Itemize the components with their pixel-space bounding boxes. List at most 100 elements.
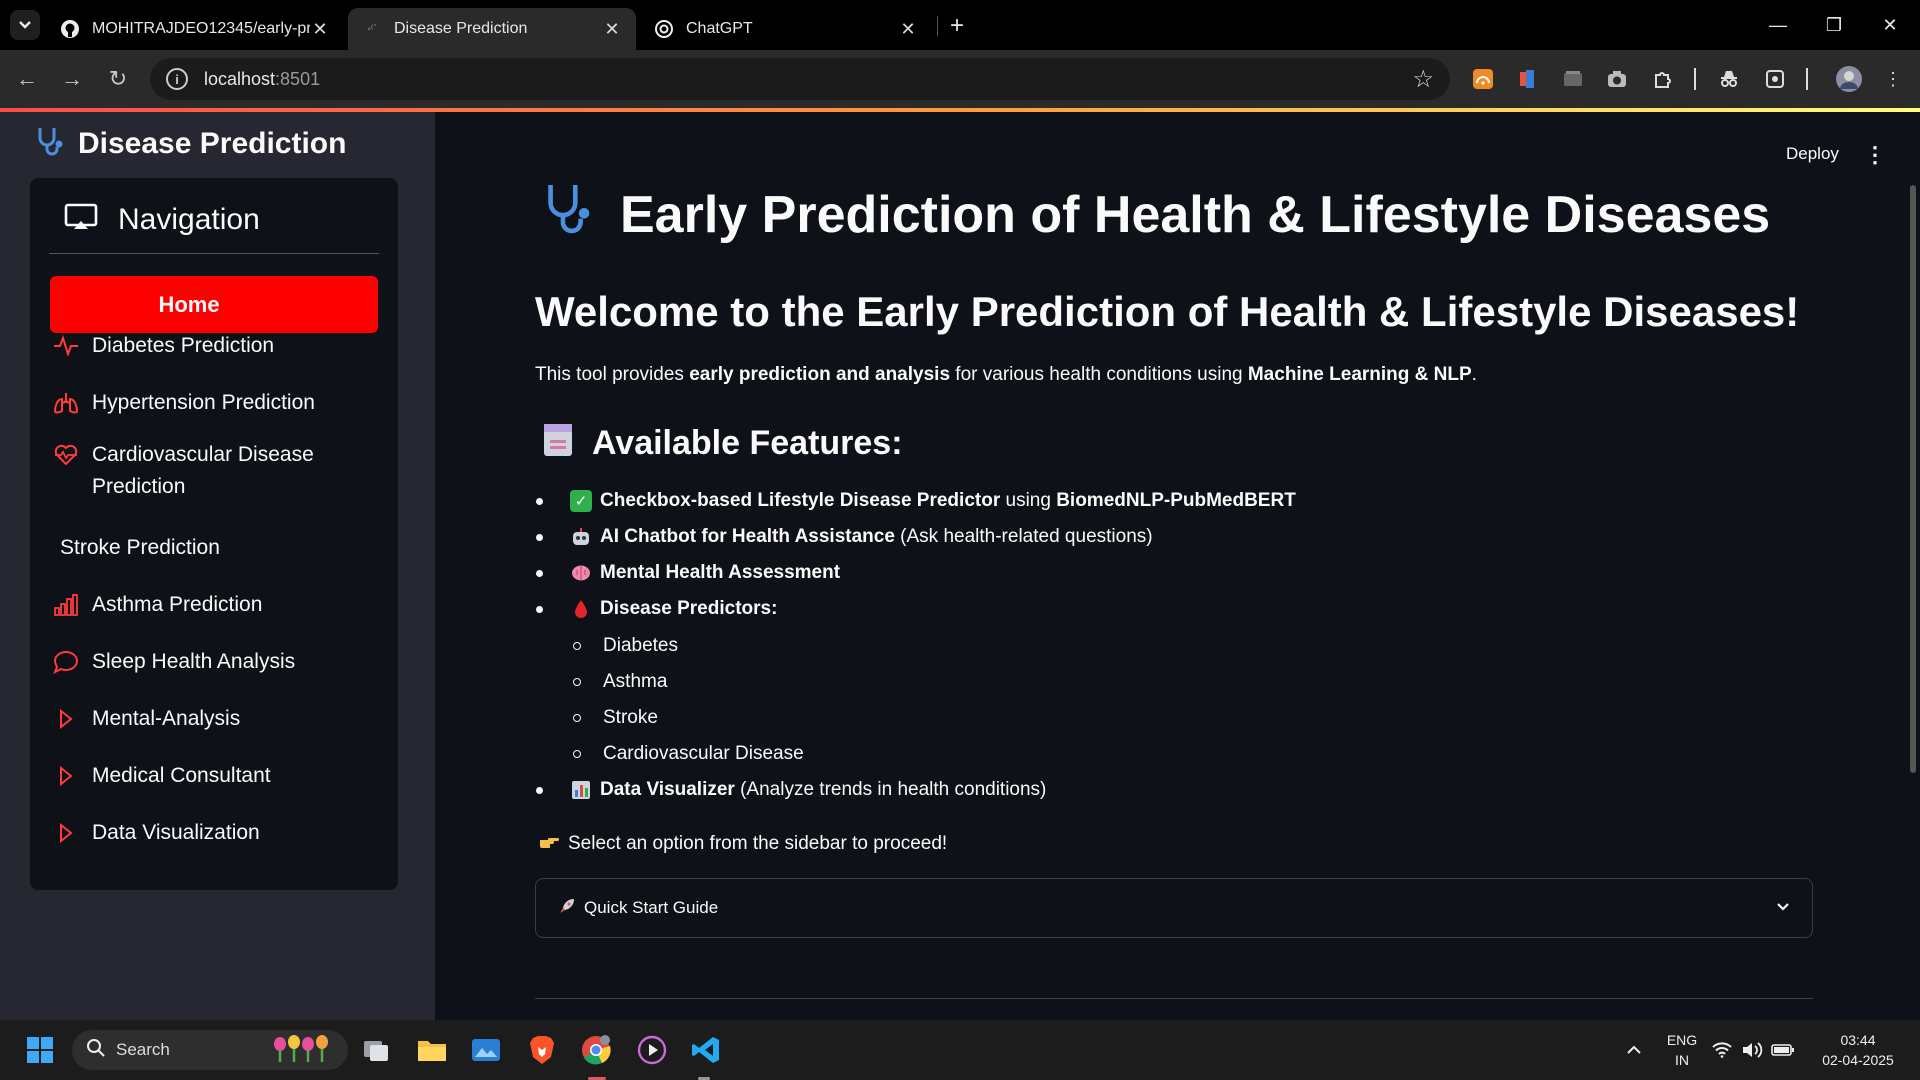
predictor-label: Stroke xyxy=(603,707,658,728)
tab-separator xyxy=(937,16,938,36)
battery-icon[interactable] xyxy=(1770,1032,1796,1068)
incognito-icon[interactable] xyxy=(1716,66,1742,92)
main-menu-icon[interactable]: ⋮ xyxy=(1864,144,1886,166)
minimize-icon[interactable]: — xyxy=(1750,0,1806,50)
close-icon[interactable]: ✕ xyxy=(310,19,330,40)
extension-icon[interactable] xyxy=(1514,66,1540,92)
windows-taskbar: Search ENG IN 03:44 02-04-2025 xyxy=(0,1020,1920,1080)
feature-title: BiomedNLP-PubMedBERT xyxy=(1056,490,1296,511)
nav-item-sleep-health-analysis[interactable]: Sleep Health Analysis xyxy=(50,640,378,684)
scrollbar[interactable] xyxy=(1910,185,1916,773)
url-text: localhost:8501 xyxy=(204,69,320,90)
predictor-label: Diabetes xyxy=(603,635,678,656)
clock-time: 03:44 xyxy=(1840,1032,1876,1048)
file-explorer-icon[interactable] xyxy=(414,1032,450,1068)
feature-text: (Ask health-related questions) xyxy=(894,526,1153,547)
window-close-icon[interactable]: ✕ xyxy=(1862,0,1918,50)
bookmark-star-icon[interactable]: ☆ xyxy=(1412,65,1434,94)
tab-github[interactable]: MOHITRAJDEO12345/early-pre ✕ xyxy=(46,8,344,50)
toolbar-separator xyxy=(1806,68,1808,90)
toolbar-separator xyxy=(1694,68,1696,90)
forward-icon[interactable]: → xyxy=(57,64,87,94)
nav-item-mental-analysis[interactable]: Mental-Analysis xyxy=(50,697,378,741)
wifi-icon[interactable] xyxy=(1710,1032,1734,1068)
bullet-ring xyxy=(573,750,581,758)
expander-label: Quick Start Guide xyxy=(584,898,719,917)
address-bar[interactable]: i localhost:8501 ☆ xyxy=(150,58,1450,100)
search-placeholder: Search xyxy=(116,1040,170,1059)
back-icon[interactable]: ← xyxy=(12,64,42,94)
intro-bold: Machine Learning & NLP xyxy=(1247,364,1472,385)
vscode-icon[interactable] xyxy=(688,1032,724,1068)
display-icon xyxy=(64,202,98,237)
windows-start-icon[interactable] xyxy=(22,1032,58,1068)
predictor-label: Cardiovascular Disease xyxy=(603,743,804,764)
tab-search-dropdown[interactable] xyxy=(10,10,40,40)
intro-text: . xyxy=(1471,364,1477,385)
play-icon xyxy=(50,703,82,735)
volume-icon[interactable] xyxy=(1740,1032,1764,1068)
browser-menu-icon[interactable]: ⋮ xyxy=(1880,66,1906,92)
rss-extension-icon[interactable] xyxy=(1470,66,1496,92)
nav-item-cardiovascular-disease-prediction[interactable]: Cardiovascular Disease Prediction xyxy=(50,439,350,503)
restore-icon[interactable]: ❐ xyxy=(1806,0,1862,50)
close-icon[interactable]: ✕ xyxy=(602,19,622,40)
close-icon[interactable]: ✕ xyxy=(898,19,918,40)
window-extension-icon[interactable] xyxy=(1560,66,1586,92)
features-heading: Available Features: xyxy=(540,420,903,467)
quick-start-guide-expander[interactable]: Quick Start Guide xyxy=(535,878,1813,938)
predictor-label: Asthma xyxy=(603,671,668,692)
clipboard-icon xyxy=(540,420,576,467)
chrome-browser-icon[interactable] xyxy=(578,1032,614,1068)
nav-item-hypertension-prediction[interactable]: Hypertension Prediction xyxy=(50,381,378,425)
feature-title: Disease Predictors: xyxy=(600,598,778,619)
clock[interactable]: 03:44 02-04-2025 xyxy=(1810,1030,1906,1070)
chart-icon xyxy=(570,779,592,801)
site-info-icon[interactable]: i xyxy=(166,68,188,90)
url-host: localhost xyxy=(204,68,276,89)
photos-app-icon[interactable] xyxy=(468,1032,504,1068)
tab-title: Disease Prediction xyxy=(394,20,528,37)
puzzle-extensions-icon[interactable] xyxy=(1650,66,1676,92)
browser-tab-strip: MOHITRAJDEO12345/early-pre ✕ ◦⁽ˊ Disease… xyxy=(0,0,1920,50)
new-tab-icon[interactable]: + xyxy=(950,12,964,40)
profile-avatar[interactable] xyxy=(1834,64,1864,94)
input-language[interactable]: ENG IN xyxy=(1664,1030,1700,1070)
tab-disease-prediction[interactable]: ◦⁽ˊ Disease Prediction ✕ xyxy=(348,8,636,50)
feature-item: Disease Predictors: xyxy=(536,598,777,620)
nav-item-label: Stroke Prediction xyxy=(60,536,220,559)
robot-icon xyxy=(570,526,592,548)
nav-item-asthma-prediction[interactable]: Asthma Prediction xyxy=(50,583,378,627)
nav-item-data-visualization[interactable]: Data Visualization xyxy=(50,811,378,855)
feature-text: using xyxy=(1000,490,1057,511)
intro-paragraph: This tool provides early prediction and … xyxy=(535,364,1477,386)
nav-item-label: Diabetes Prediction xyxy=(92,334,275,357)
bullet-ring xyxy=(573,714,581,722)
nav-item-stroke-prediction[interactable]: Stroke Prediction xyxy=(50,526,378,570)
media-player-icon[interactable] xyxy=(634,1032,670,1068)
reload-icon[interactable]: ↻ xyxy=(103,64,133,94)
activity-icon xyxy=(50,330,82,362)
camera-extension-icon[interactable] xyxy=(1604,66,1630,92)
nav-item-label: Sleep Health Analysis xyxy=(92,650,296,673)
page-title-text: Early Prediction of Health & Lifestyle D… xyxy=(620,185,1771,244)
pointing-hand-icon xyxy=(538,832,560,856)
tulips-icon xyxy=(272,1032,334,1069)
navigation-menu: Navigation Home Diabetes Prediction Hype… xyxy=(30,178,398,890)
bullet-dot xyxy=(536,786,543,794)
feature-title: AI Chatbot for Health Assistance xyxy=(600,526,895,547)
brave-browser-icon[interactable] xyxy=(524,1032,560,1068)
nav-item-label: Data Visualization xyxy=(92,821,260,844)
task-view-icon[interactable] xyxy=(358,1032,394,1068)
show-hidden-icons-chevron[interactable] xyxy=(1616,1032,1652,1068)
tab-chatgpt[interactable]: ChatGPT ✕ xyxy=(640,8,932,50)
language-code: ENG xyxy=(1666,1032,1698,1048)
nav-item-medical-consultant[interactable]: Medical Consultant xyxy=(50,754,378,798)
screenshot-icon[interactable] xyxy=(1762,66,1788,92)
nav-item-label: Medical Consultant xyxy=(92,764,271,787)
nav-item-diabetes-prediction[interactable]: Diabetes Prediction xyxy=(50,324,378,368)
nav-item-label: Asthma Prediction xyxy=(92,593,263,616)
predictor-item: Asthma xyxy=(573,671,667,693)
deploy-button[interactable]: Deploy xyxy=(1786,144,1839,164)
taskbar-search[interactable]: Search xyxy=(72,1030,348,1070)
